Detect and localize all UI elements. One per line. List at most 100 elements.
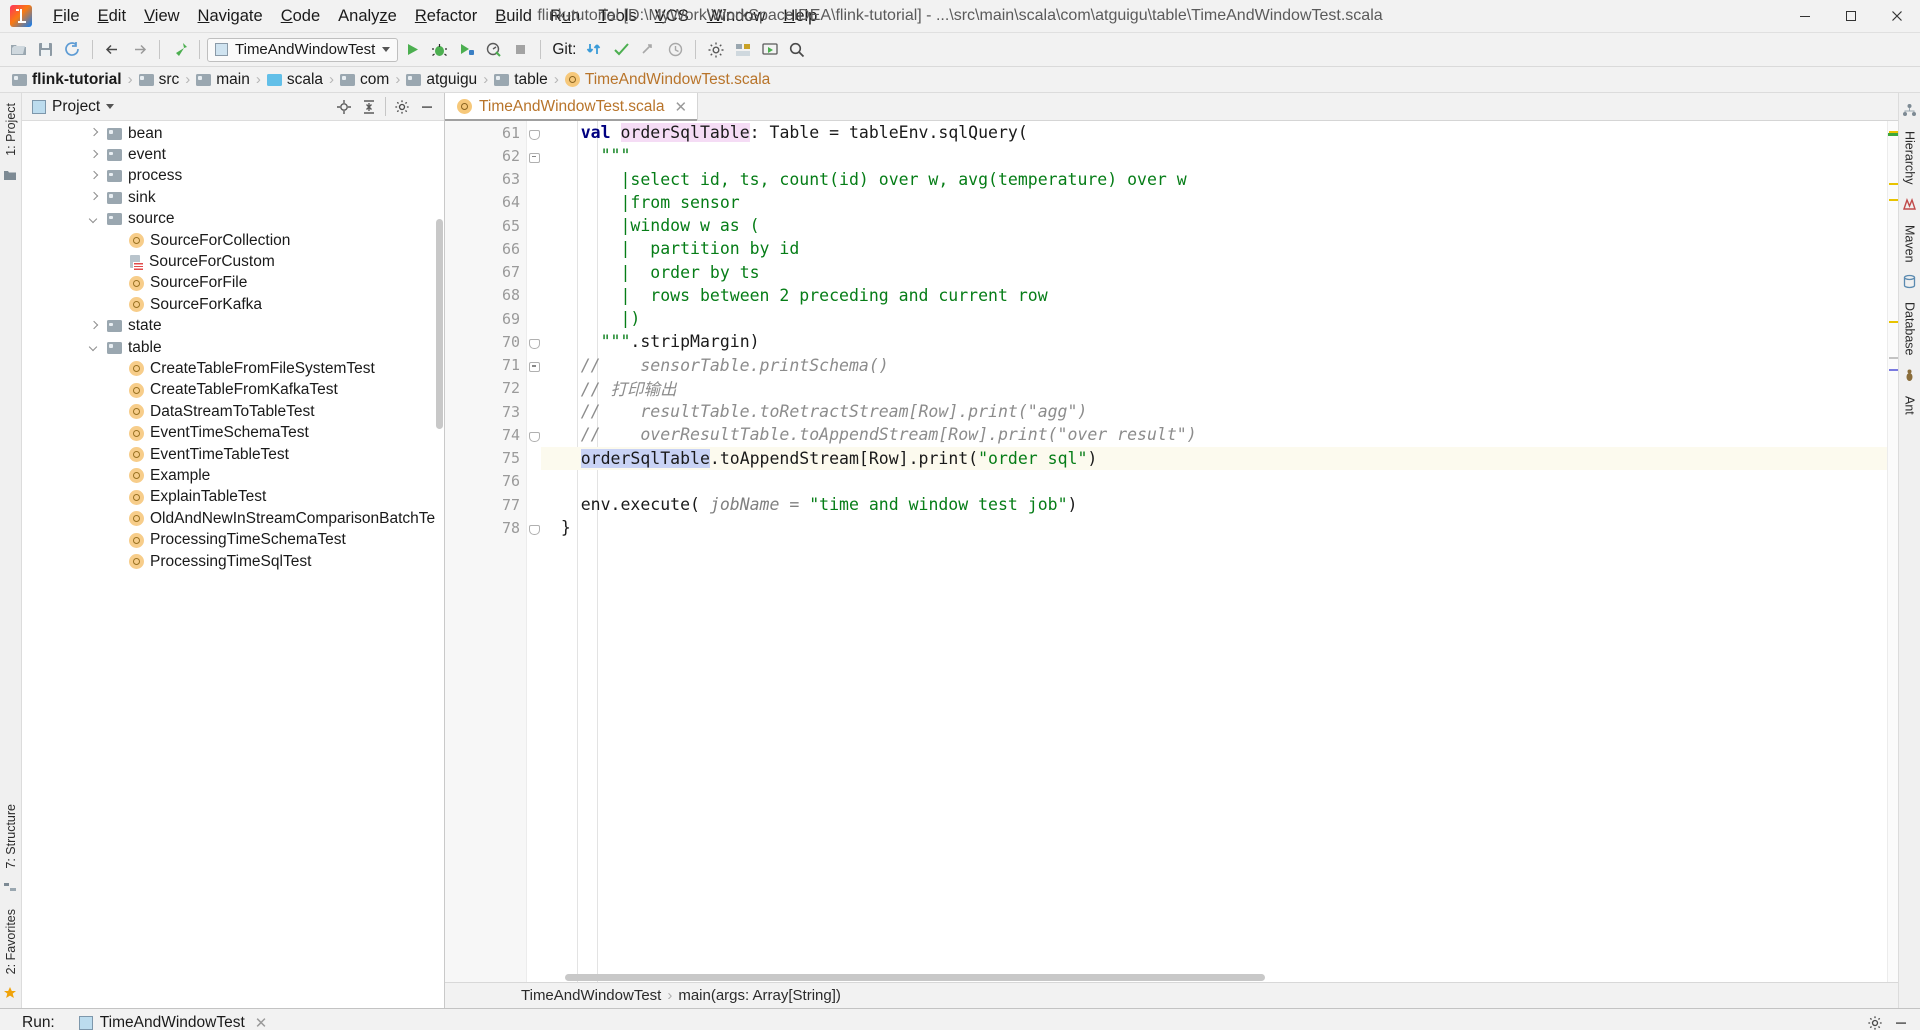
settings-icon[interactable] xyxy=(703,37,728,62)
open-folder-icon[interactable] xyxy=(6,37,31,62)
tree-item[interactable]: DataStreamToTableTest xyxy=(22,401,444,422)
tree-item[interactable]: SourceForFile xyxy=(22,273,444,294)
line-number[interactable]: 64 xyxy=(445,191,526,214)
breadcrumb-item-main[interactable]: main xyxy=(192,71,254,89)
code-line[interactable]: // 打印输出 xyxy=(541,377,1898,400)
menu-item-vcs[interactable]: VCS xyxy=(646,3,698,30)
code-line[interactable]: | partition by id xyxy=(541,237,1898,260)
project-structure-icon[interactable] xyxy=(730,37,755,62)
tree-item[interactable]: SourceForCustom xyxy=(22,251,444,272)
push-icon[interactable] xyxy=(636,37,661,62)
menu-item-file[interactable]: File xyxy=(44,3,89,30)
line-number[interactable]: 61 xyxy=(445,121,540,144)
tree-item[interactable]: OldAndNewInStreamComparisonBatchTe xyxy=(22,508,444,529)
sync-icon[interactable] xyxy=(60,37,85,62)
tree-item[interactable]: sink xyxy=(22,187,444,208)
editor-breadcrumb-class[interactable]: TimeAndWindowTest xyxy=(515,987,667,1004)
search-everywhere-icon[interactable] xyxy=(784,37,809,62)
update-project-icon[interactable] xyxy=(582,37,607,62)
menu-item-navigate[interactable]: Navigate xyxy=(189,3,272,30)
editor-breadcrumb-method[interactable]: main(args: Array[String]) xyxy=(672,987,847,1004)
code-line[interactable]: // overResultTable.toAppendStream[Row].p… xyxy=(541,423,1898,446)
menu-item-tools[interactable]: Tools xyxy=(589,3,646,30)
line-number[interactable]: 63 xyxy=(445,168,526,191)
menu-item-window[interactable]: Window xyxy=(698,3,775,30)
back-arrow-icon[interactable] xyxy=(100,37,125,62)
line-number[interactable]: 62 xyxy=(445,144,540,167)
breadcrumb-item-scala[interactable]: scala xyxy=(263,71,327,89)
code-line[interactable]: // resultTable.toRetractStream[Row].prin… xyxy=(541,400,1898,423)
chevron-right-icon[interactable] xyxy=(88,127,101,140)
hide-icon[interactable] xyxy=(1890,1012,1912,1030)
line-number[interactable]: 69 xyxy=(445,307,526,330)
code-line[interactable] xyxy=(541,470,1898,493)
code-line[interactable]: orderSqlTable .toAppendStream[Row].print(… xyxy=(541,446,1898,470)
profile-icon[interactable] xyxy=(481,37,506,62)
sidebar-item-maven[interactable]: Maven xyxy=(1903,219,1917,269)
line-number[interactable]: 65 xyxy=(445,214,526,237)
chevron-right-icon[interactable] xyxy=(88,149,101,162)
history-icon[interactable] xyxy=(663,37,688,62)
tree-item[interactable]: event xyxy=(22,144,444,165)
chevron-right-icon[interactable] xyxy=(88,170,101,183)
error-stripe[interactable] xyxy=(1887,121,1898,982)
tree-item[interactable]: CreateTableFromFileSystemTest xyxy=(22,358,444,379)
line-number[interactable]: 76 xyxy=(445,470,526,493)
chevron-right-icon[interactable] xyxy=(88,320,101,333)
close-button[interactable] xyxy=(1874,0,1920,33)
maximize-button[interactable] xyxy=(1828,0,1874,33)
collapse-all-icon[interactable] xyxy=(358,96,380,118)
tree-item[interactable]: CreateTableFromKafkaTest xyxy=(22,380,444,401)
intention-bulb-icon[interactable] xyxy=(527,450,529,467)
editor-horizontal-scrollbar[interactable] xyxy=(565,974,1265,981)
code-line[interactable]: |from sensor xyxy=(541,191,1898,214)
sidebar-item-structure[interactable]: 7: Structure xyxy=(4,798,18,875)
tree-item[interactable]: Example xyxy=(22,465,444,486)
sidebar-item-hierarchy[interactable]: Hierarchy xyxy=(1903,125,1917,191)
gear-icon[interactable] xyxy=(1864,1012,1886,1030)
sidebar-item-ant[interactable]: Ant xyxy=(1903,390,1917,421)
line-number[interactable]: 68 xyxy=(445,284,526,307)
run-configuration-selector[interactable]: TimeAndWindowTest xyxy=(207,37,399,62)
tree-item[interactable]: table xyxy=(22,337,444,358)
tree-item[interactable]: ExplainTableTest xyxy=(22,487,444,508)
code-line[interactable]: """ .stripMargin) xyxy=(541,330,1898,353)
tree-item[interactable]: bean xyxy=(22,123,444,144)
close-icon[interactable]: ✕ xyxy=(672,98,688,116)
menu-item-run[interactable]: Run xyxy=(541,3,589,30)
line-number[interactable]: 75 xyxy=(445,447,526,470)
code-line[interactable]: | rows between 2 preceding and current r… xyxy=(541,284,1898,307)
line-number[interactable]: 73 xyxy=(445,400,526,423)
forward-arrow-icon[interactable] xyxy=(127,37,152,62)
project-tree-scrollbar[interactable] xyxy=(436,219,443,429)
line-number[interactable]: 78 xyxy=(445,516,540,539)
code-line[interactable]: env.execute( jobName = "time and window … xyxy=(541,493,1898,516)
stop-icon[interactable] xyxy=(508,37,533,62)
code-line[interactable]: |) xyxy=(541,307,1898,330)
tree-item[interactable]: SourceForKafka xyxy=(22,294,444,315)
line-number[interactable]: 70 xyxy=(445,330,540,353)
line-number[interactable]: 66 xyxy=(445,237,526,260)
menu-item-view[interactable]: View xyxy=(135,3,188,30)
sidebar-item-favorites[interactable]: 2: Favorites xyxy=(4,903,18,980)
chevron-down-icon[interactable] xyxy=(88,341,101,354)
commit-icon[interactable] xyxy=(609,37,634,62)
tree-item[interactable]: ProcessingTimeSqlTest xyxy=(22,551,444,572)
project-tree[interactable]: bean event process sink source SourceForColle… xyxy=(22,121,444,1008)
tree-item[interactable]: process xyxy=(22,166,444,187)
close-icon[interactable]: ✕ xyxy=(252,1014,268,1030)
tree-item[interactable]: ProcessingTimeSchemaTest xyxy=(22,529,444,550)
line-number[interactable]: 71 xyxy=(445,354,540,377)
gear-icon[interactable] xyxy=(391,96,413,118)
breadcrumb-item-flink-tutorial[interactable]: flink-tutorial xyxy=(8,71,126,89)
sidebar-item-project[interactable]: 1: Project xyxy=(4,97,18,162)
sidebar-item-database[interactable]: Database xyxy=(1903,296,1917,362)
breadcrumb-item-com[interactable]: com xyxy=(336,71,393,89)
code-line[interactable]: """ xyxy=(541,144,1898,167)
editor-tab-timeandwindowtest[interactable]: TimeAndWindowTest.scala ✕ xyxy=(445,93,699,121)
editor-gutter[interactable]: 61 62 63 64 65 66 67 68 69 70 71 72 73 74 75 76 77 78 xyxy=(445,121,540,982)
code-line[interactable]: | order by ts xyxy=(541,261,1898,284)
breadcrumb-item-src[interactable]: src xyxy=(135,71,184,89)
run-coverage-icon[interactable] xyxy=(454,37,479,62)
line-number[interactable]: 72 xyxy=(445,377,526,400)
